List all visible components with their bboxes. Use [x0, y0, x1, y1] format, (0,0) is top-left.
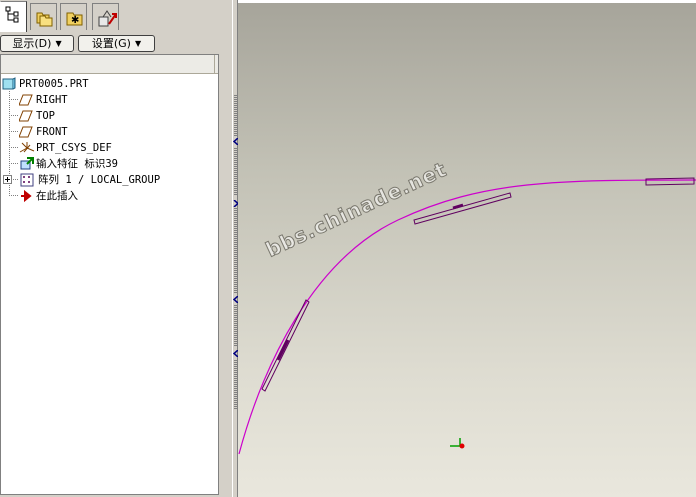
tree-item-label: PRT0005.PRT — [19, 78, 89, 90]
svg-text:✱: ✱ — [71, 15, 79, 26]
graphics-viewport[interactable] — [238, 0, 696, 497]
chevron-down-icon: ▼ — [55, 39, 62, 48]
model-tree-pane: ✱ 显示(D) ▼ 设置(G) ▼ PRT0005.PRT RIGHT TOP … — [0, 0, 232, 497]
tree-item-part[interactable]: PRT0005.PRT — [2, 77, 212, 92]
tree-item-pattern[interactable]: 阵列 1 / LOCAL_GROUP — [3, 173, 213, 188]
tree-item-csys[interactable]: PRT_CSYS_DEF — [19, 141, 209, 156]
part-icon — [2, 77, 16, 90]
origin-csys-icon — [450, 438, 465, 449]
expand-plus-icon[interactable] — [3, 175, 13, 189]
tree-item-label: RIGHT — [36, 94, 68, 106]
settings-menu-label: 设置(G) — [91, 37, 131, 50]
favorites-folder-icon: ✱ — [66, 12, 83, 26]
tree-item-label: TOP — [36, 110, 55, 122]
navigator-tabs: ✱ — [0, 0, 232, 32]
tree-item-label: FRONT — [36, 126, 68, 138]
splitter-grip — [234, 148, 237, 196]
tree-item-label: 输入特征 标识39 — [36, 158, 118, 170]
folder-browser-icon — [36, 12, 53, 27]
tree-item-top[interactable]: TOP — [19, 109, 209, 124]
tree-item-label: 阵列 1 / LOCAL_GROUP — [38, 174, 161, 186]
splitter-grip — [234, 305, 237, 347]
model-geometry — [238, 177, 696, 455]
splitter-grip — [234, 208, 237, 293]
tree-item-label: 在此插入 — [36, 190, 78, 202]
insert-here-arrow-icon — [21, 189, 32, 203]
splitter-grip — [234, 95, 237, 137]
tree-item-import-feature[interactable]: 输入特征 标识39 — [19, 157, 209, 172]
datum-plane-icon — [19, 110, 33, 122]
connections-icon — [98, 10, 117, 27]
model-tree-toolbar: 显示(D) ▼ 设置(G) ▼ — [0, 34, 220, 54]
pattern-icon — [20, 173, 34, 187]
chevron-down-icon: ▼ — [134, 39, 142, 48]
tab-folder-browser[interactable] — [30, 3, 57, 30]
tab-favorites[interactable]: ✱ — [60, 3, 87, 30]
datum-plane-icon — [19, 126, 33, 138]
import-feature-icon — [20, 157, 34, 170]
model-tree-icon — [5, 6, 19, 23]
splitter-grip — [234, 360, 237, 410]
tab-model-tree[interactable] — [0, 1, 27, 32]
tree-item-insert-here[interactable]: 在此插入 — [19, 189, 209, 204]
datum-plane-icon — [19, 94, 33, 106]
tree-item-front[interactable]: FRONT — [19, 125, 209, 140]
tree-column-header — [1, 55, 218, 74]
csys-icon — [19, 142, 35, 153]
display-menu-label: 显示(D) — [12, 37, 52, 50]
tree-item-right[interactable]: RIGHT — [19, 93, 209, 108]
tree-item-label: PRT_CSYS_DEF — [36, 142, 112, 154]
column-divider[interactable] — [214, 55, 218, 73]
model-tree: PRT0005.PRT RIGHT TOP FRONT PRT_CSYS_DEF… — [0, 54, 219, 495]
settings-menu-button[interactable]: 设置(G) ▼ — [78, 35, 155, 52]
display-menu-button[interactable]: 显示(D) ▼ — [0, 35, 74, 52]
tab-connections[interactable] — [92, 3, 119, 30]
